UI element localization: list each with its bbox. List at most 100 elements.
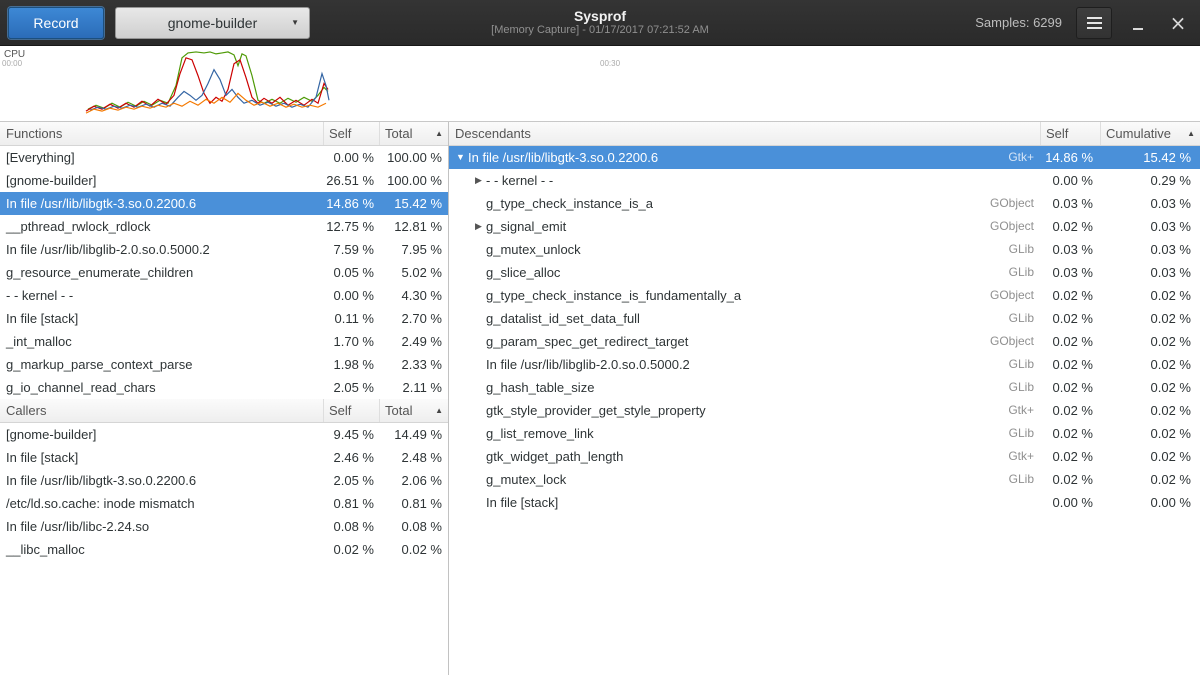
self-value: 0.00 %: [323, 284, 379, 307]
table-row[interactable]: [gnome-builder]26.51 %100.00 %: [0, 169, 448, 192]
tree-row[interactable]: g_list_remove_linkGLib0.02 %0.02 %: [449, 422, 1200, 445]
process-selector-dropdown[interactable]: gnome-builder ▼: [115, 7, 310, 39]
tree-row[interactable]: In file [stack]0.00 %0.00 %: [449, 491, 1200, 514]
table-row[interactable]: __pthread_rwlock_rdlock12.75 %12.81 %: [0, 215, 448, 238]
self-value: 2.05 %: [323, 469, 379, 492]
total-value: 2.11 %: [379, 376, 448, 399]
tree-row[interactable]: g_hash_table_sizeGLib0.02 %0.02 %: [449, 376, 1200, 399]
descendants-tree: ▼In file /usr/lib/libgtk-3.so.0.2200.6Gt…: [449, 146, 1200, 514]
functions-table-header: Functions Self Total ▲: [0, 122, 448, 146]
tree-row[interactable]: ▼In file /usr/lib/libgtk-3.so.0.2200.6Gt…: [449, 146, 1200, 169]
tree-row[interactable]: In file /usr/lib/libglib-2.0.so.0.5000.2…: [449, 353, 1200, 376]
tree-row[interactable]: g_mutex_unlockGLib0.03 %0.03 %: [449, 238, 1200, 261]
expander-closed-icon[interactable]: ▶: [471, 169, 486, 192]
table-row[interactable]: In file [stack]2.46 %2.48 %: [0, 446, 448, 469]
menu-button[interactable]: [1076, 7, 1112, 39]
library-badge: GObject: [688, 330, 1040, 353]
tree-row[interactable]: g_type_check_instance_is_fundamentally_a…: [449, 284, 1200, 307]
table-row[interactable]: In file [stack]0.11 %2.70 %: [0, 307, 448, 330]
sort-arrow-icon: ▲: [435, 406, 443, 415]
function-name: In file /usr/lib/libc-2.24.so: [0, 515, 323, 538]
self-column-label: Self: [329, 403, 351, 418]
total-value: 2.33 %: [379, 353, 448, 376]
table-row[interactable]: - - kernel - -0.00 %4.30 %: [0, 284, 448, 307]
table-row[interactable]: __libc_malloc0.02 %0.02 %: [0, 538, 448, 561]
tree-row[interactable]: g_mutex_lockGLib0.02 %0.02 %: [449, 468, 1200, 491]
tree-row[interactable]: g_datalist_id_set_data_fullGLib0.02 %0.0…: [449, 307, 1200, 330]
functions-self-column-header[interactable]: Self: [323, 122, 379, 145]
descendants-self-column-header[interactable]: Self: [1040, 122, 1100, 145]
minimize-button[interactable]: [1124, 9, 1152, 37]
function-name: g_io_channel_read_chars: [0, 376, 323, 399]
cpu-graph[interactable]: CPU 00:00 00:30: [0, 46, 1200, 122]
self-value: 0.02 %: [1040, 376, 1100, 399]
callers-self-column-header[interactable]: Self: [323, 399, 379, 422]
table-row[interactable]: /etc/ld.so.cache: inode mismatch0.81 %0.…: [0, 492, 448, 515]
table-row[interactable]: g_io_channel_read_chars2.05 %2.11 %: [0, 376, 448, 399]
function-name: g_param_spec_get_redirect_target: [486, 330, 688, 353]
function-name: g_markup_parse_context_parse: [0, 353, 323, 376]
function-name: g_type_check_instance_is_fundamentally_a: [486, 284, 741, 307]
self-value: 0.03 %: [1040, 238, 1100, 261]
cumulative-value: 0.02 %: [1100, 307, 1200, 330]
close-button[interactable]: ×: [1164, 9, 1192, 37]
tree-row[interactable]: ▶g_signal_emitGObject0.02 %0.03 %: [449, 215, 1200, 238]
cumulative-value: 0.02 %: [1100, 468, 1200, 491]
self-value: 1.98 %: [323, 353, 379, 376]
library-badge: GObject: [566, 215, 1040, 238]
functions-column-header[interactable]: Functions: [0, 126, 323, 141]
table-row[interactable]: g_resource_enumerate_children0.05 %5.02 …: [0, 261, 448, 284]
self-value: 0.81 %: [323, 492, 379, 515]
functions-total-column-header[interactable]: Total ▲: [379, 122, 448, 145]
function-name: [gnome-builder]: [0, 169, 323, 192]
expander-open-icon[interactable]: ▼: [453, 146, 468, 169]
record-button[interactable]: Record: [8, 7, 104, 39]
callers-table-header: Callers Self Total ▲: [0, 399, 448, 423]
function-name: g_slice_alloc: [486, 261, 560, 284]
table-row[interactable]: In file /usr/lib/libgtk-3.so.0.2200.62.0…: [0, 469, 448, 492]
samples-count: Samples: 6299: [975, 15, 1062, 30]
cpu-usage-chart: [0, 46, 1200, 121]
tree-row[interactable]: g_slice_allocGLib0.03 %0.03 %: [449, 261, 1200, 284]
total-value: 0.08 %: [379, 515, 448, 538]
cumulative-value: 0.03 %: [1100, 215, 1200, 238]
table-row[interactable]: In file /usr/lib/libc-2.24.so0.08 %0.08 …: [0, 515, 448, 538]
function-name: In file /usr/lib/libglib-2.0.so.0.5000.2: [486, 353, 690, 376]
self-value: 7.59 %: [323, 238, 379, 261]
cumulative-value: 0.03 %: [1100, 238, 1200, 261]
callers-total-column-header[interactable]: Total ▲: [379, 399, 448, 422]
self-value: 0.03 %: [1040, 192, 1100, 215]
sort-arrow-icon: ▲: [1187, 129, 1195, 138]
function-name: - - kernel - -: [486, 169, 553, 192]
self-value: 0.08 %: [323, 515, 379, 538]
tree-row[interactable]: ▶- - kernel - -0.00 %0.29 %: [449, 169, 1200, 192]
tree-row[interactable]: g_type_check_instance_is_aGObject0.03 %0…: [449, 192, 1200, 215]
function-name: __pthread_rwlock_rdlock: [0, 215, 323, 238]
total-value: 100.00 %: [379, 169, 448, 192]
function-name: g_datalist_id_set_data_full: [486, 307, 640, 330]
descendants-cumulative-column-header[interactable]: Cumulative ▲: [1100, 122, 1200, 145]
table-row[interactable]: _int_malloc1.70 %2.49 %: [0, 330, 448, 353]
self-value: 0.02 %: [1040, 445, 1100, 468]
table-row[interactable]: In file /usr/lib/libglib-2.0.so.0.5000.2…: [0, 238, 448, 261]
cumulative-column-label: Cumulative: [1106, 126, 1171, 141]
self-value: 2.46 %: [323, 446, 379, 469]
descendants-column-header[interactable]: Descendants: [449, 126, 1040, 141]
table-row[interactable]: [gnome-builder]9.45 %14.49 %: [0, 423, 448, 446]
expander-closed-icon[interactable]: ▶: [471, 215, 486, 238]
table-row[interactable]: [Everything]0.00 %100.00 %: [0, 146, 448, 169]
function-name: g_hash_table_size: [486, 376, 594, 399]
callers-column-header[interactable]: Callers: [0, 403, 323, 418]
tree-row[interactable]: g_param_spec_get_redirect_targetGObject0…: [449, 330, 1200, 353]
tree-row[interactable]: gtk_widget_path_lengthGtk+0.02 %0.02 %: [449, 445, 1200, 468]
library-badge: Gtk+: [706, 399, 1040, 422]
total-value: 2.06 %: [379, 469, 448, 492]
tree-row[interactable]: gtk_style_provider_get_style_propertyGtk…: [449, 399, 1200, 422]
function-name: In file [stack]: [486, 491, 558, 514]
table-row[interactable]: g_markup_parse_context_parse1.98 %2.33 %: [0, 353, 448, 376]
table-row[interactable]: In file /usr/lib/libgtk-3.so.0.2200.614.…: [0, 192, 448, 215]
cumulative-value: 0.00 %: [1100, 491, 1200, 514]
header-right-controls: Samples: 6299 ×: [975, 7, 1192, 39]
total-value: 14.49 %: [379, 423, 448, 446]
cumulative-value: 0.02 %: [1100, 399, 1200, 422]
